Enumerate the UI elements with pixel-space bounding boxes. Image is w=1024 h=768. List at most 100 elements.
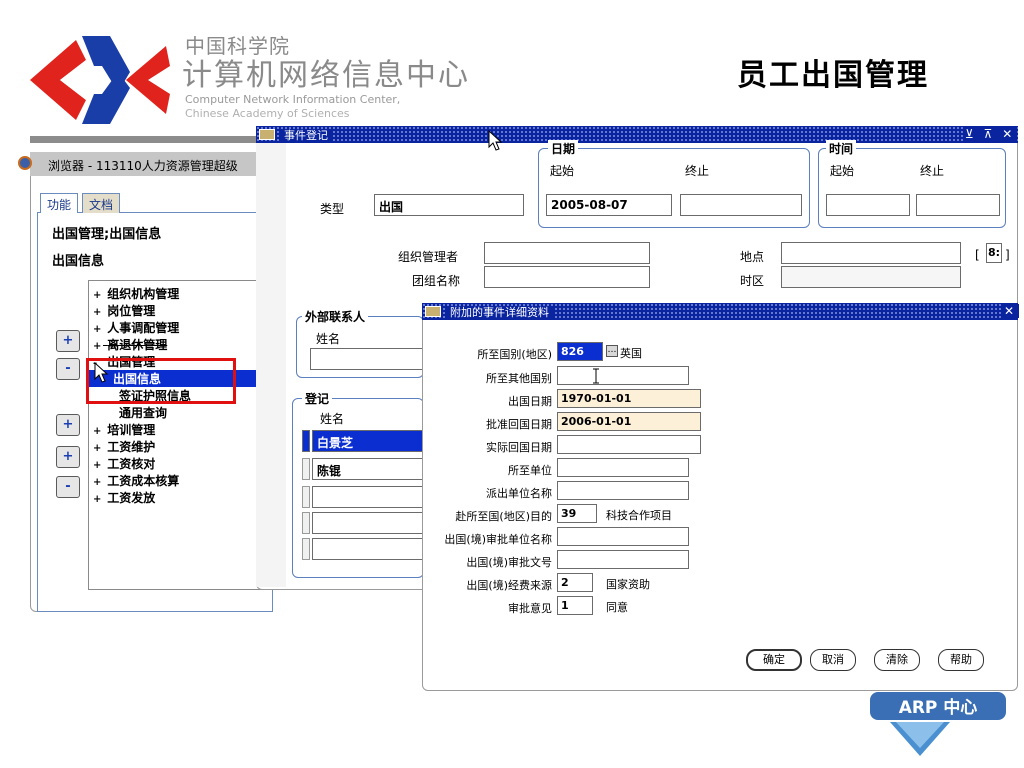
departure-date-field[interactable]: 1970-01-01	[557, 389, 701, 408]
register-title: 登记	[302, 390, 333, 407]
date-end-label: 终止	[685, 164, 710, 178]
register-name-1[interactable]: 白景芝	[312, 430, 424, 452]
function-tree[interactable]: + 组织机构管理 + 岗位管理 + 人事调配管理 + 离退休管理 - 出国管理 …	[88, 280, 268, 590]
purpose-code-field[interactable]: 39	[557, 504, 597, 523]
tree-item-payroll-check[interactable]: + 工资核对	[93, 455, 155, 472]
departure-date-label: 出国日期	[508, 395, 552, 408]
navigator-path: 出国管理;出国信息	[52, 227, 162, 242]
tree-item-payroll-cost[interactable]: + 工资成本核算	[93, 472, 179, 489]
organizer-label: 组织管理者	[398, 250, 459, 264]
approval-unit-label: 出国(境)审批单位名称	[444, 533, 552, 546]
timezone-field	[781, 266, 961, 288]
organizer-field[interactable]	[484, 242, 650, 264]
funding-source-label: 出国(境)经费来源	[466, 579, 552, 592]
register-name-4[interactable]	[312, 512, 424, 534]
external-contact-title: 外部联系人	[302, 308, 369, 325]
type-field[interactable]: 出国	[374, 194, 524, 216]
navigator-section-title: 出国信息	[52, 254, 105, 269]
location-label: 地点	[740, 250, 765, 264]
group-name-field[interactable]	[484, 266, 650, 288]
date-start-field[interactable]: 2005-08-07	[546, 194, 672, 216]
event-window-titlebar[interactable]: 事件登记	[256, 126, 1018, 143]
other-country-label: 所至其他国别	[486, 372, 552, 385]
browser-icon	[18, 156, 32, 170]
tree-item-retirement[interactable]: + 离退休管理	[93, 336, 167, 353]
country-lov-icon[interactable]: …	[606, 345, 618, 357]
approved-return-label: 批准回国日期	[486, 418, 552, 431]
actual-return-label: 实际回国日期	[486, 441, 552, 454]
register-name-2[interactable]: 陈锟	[312, 458, 424, 480]
type-label: 类型	[320, 202, 345, 216]
header-divider	[30, 136, 260, 143]
tree-item-org[interactable]: + 组织机构管理	[93, 285, 179, 302]
ok-button[interactable]: 确定	[746, 649, 802, 671]
dialog-close-icon[interactable]: ✕	[1002, 304, 1020, 318]
expand-all-button[interactable]: +	[56, 446, 80, 468]
dialog-titlebar[interactable]: 附加的事件详细资料	[422, 303, 1018, 320]
side-value-field[interactable]: 8:	[986, 243, 1002, 263]
register-name-5[interactable]	[312, 538, 424, 560]
tab-documents[interactable]: 文档	[82, 193, 121, 213]
approved-return-field[interactable]: 2006-01-01	[557, 412, 701, 431]
row-selector-5[interactable]	[302, 538, 310, 560]
external-name-label: 姓名	[316, 332, 341, 346]
tree-item-query[interactable]: 通用查询	[119, 404, 167, 421]
sending-unit-field[interactable]	[557, 481, 689, 500]
tree-item-training[interactable]: + 培训管理	[93, 421, 155, 438]
opinion-name: 同意	[606, 601, 628, 614]
row-selector-2[interactable]	[302, 458, 310, 480]
arp-badge-text: ARP 中心	[899, 697, 978, 718]
time-group	[818, 148, 1006, 228]
tab-functions[interactable]: 功能	[40, 193, 79, 213]
date-start-label: 起始	[550, 164, 575, 178]
time-end-field[interactable]	[916, 194, 1000, 216]
dialog-app-icon	[425, 306, 441, 317]
text-cursor-icon	[593, 368, 599, 384]
date-end-field[interactable]	[680, 194, 802, 216]
tree-item-payroll-payment[interactable]: + 工资发放	[93, 489, 155, 506]
row-selector-3[interactable]	[302, 486, 310, 508]
org-name-main: 计算机网络信息中心	[182, 58, 470, 93]
location-field[interactable]	[781, 242, 961, 264]
country-code-field[interactable]: 826	[557, 342, 603, 361]
tree-item-transfer[interactable]: + 人事调配管理	[93, 319, 179, 336]
actual-return-field[interactable]	[557, 435, 701, 454]
sending-unit-label: 派出单位名称	[486, 487, 552, 500]
collapse-all-button[interactable]: -	[56, 476, 80, 498]
country-name: 英国	[620, 347, 642, 360]
approval-unit-field[interactable]	[557, 527, 689, 546]
approval-number-label: 出国(境)审批文号	[466, 556, 552, 569]
register-name-3[interactable]	[312, 486, 424, 508]
event-window-margin	[256, 143, 286, 587]
cancel-button[interactable]: 取消	[810, 649, 856, 671]
cnic-logo	[30, 36, 170, 124]
host-unit-label: 所至单位	[508, 464, 552, 477]
window-controls-icon[interactable]: ⊻ ⊼ ✕	[963, 127, 1018, 141]
time-start-field[interactable]	[826, 194, 910, 216]
row-selector-1[interactable]	[302, 430, 310, 452]
slide-title: 员工出国管理	[737, 58, 929, 93]
navigator-title: 浏览器 - 113110人力资源管理超级	[30, 152, 270, 176]
arp-center-badge: ARP 中心	[870, 692, 1006, 756]
time-end-label: 终止	[920, 164, 945, 178]
side-bracket: [	[975, 248, 980, 262]
expand-button[interactable]: +	[56, 330, 80, 352]
timezone-label: 时区	[740, 274, 765, 288]
purpose-name: 科技合作项目	[606, 509, 672, 522]
approval-number-field[interactable]	[557, 550, 689, 569]
time-group-title: 时间	[826, 140, 857, 157]
collapse-button[interactable]: -	[56, 358, 80, 380]
tree-item-payroll[interactable]: + 工资维护	[93, 438, 155, 455]
external-name-field[interactable]	[310, 348, 424, 370]
funding-name: 国家资助	[606, 578, 650, 591]
host-unit-field[interactable]	[557, 458, 689, 477]
opinion-code-field[interactable]: 1	[557, 596, 593, 615]
funding-code-field[interactable]: 2	[557, 573, 593, 592]
help-button[interactable]: 帮助	[938, 649, 984, 671]
row-selector-4[interactable]	[302, 512, 310, 534]
other-country-field[interactable]	[557, 366, 689, 385]
clear-button[interactable]: 清除	[874, 649, 920, 671]
app-icon	[259, 129, 275, 140]
tree-item-positions[interactable]: + 岗位管理	[93, 302, 155, 319]
expand-branch-button[interactable]: +	[56, 414, 80, 436]
